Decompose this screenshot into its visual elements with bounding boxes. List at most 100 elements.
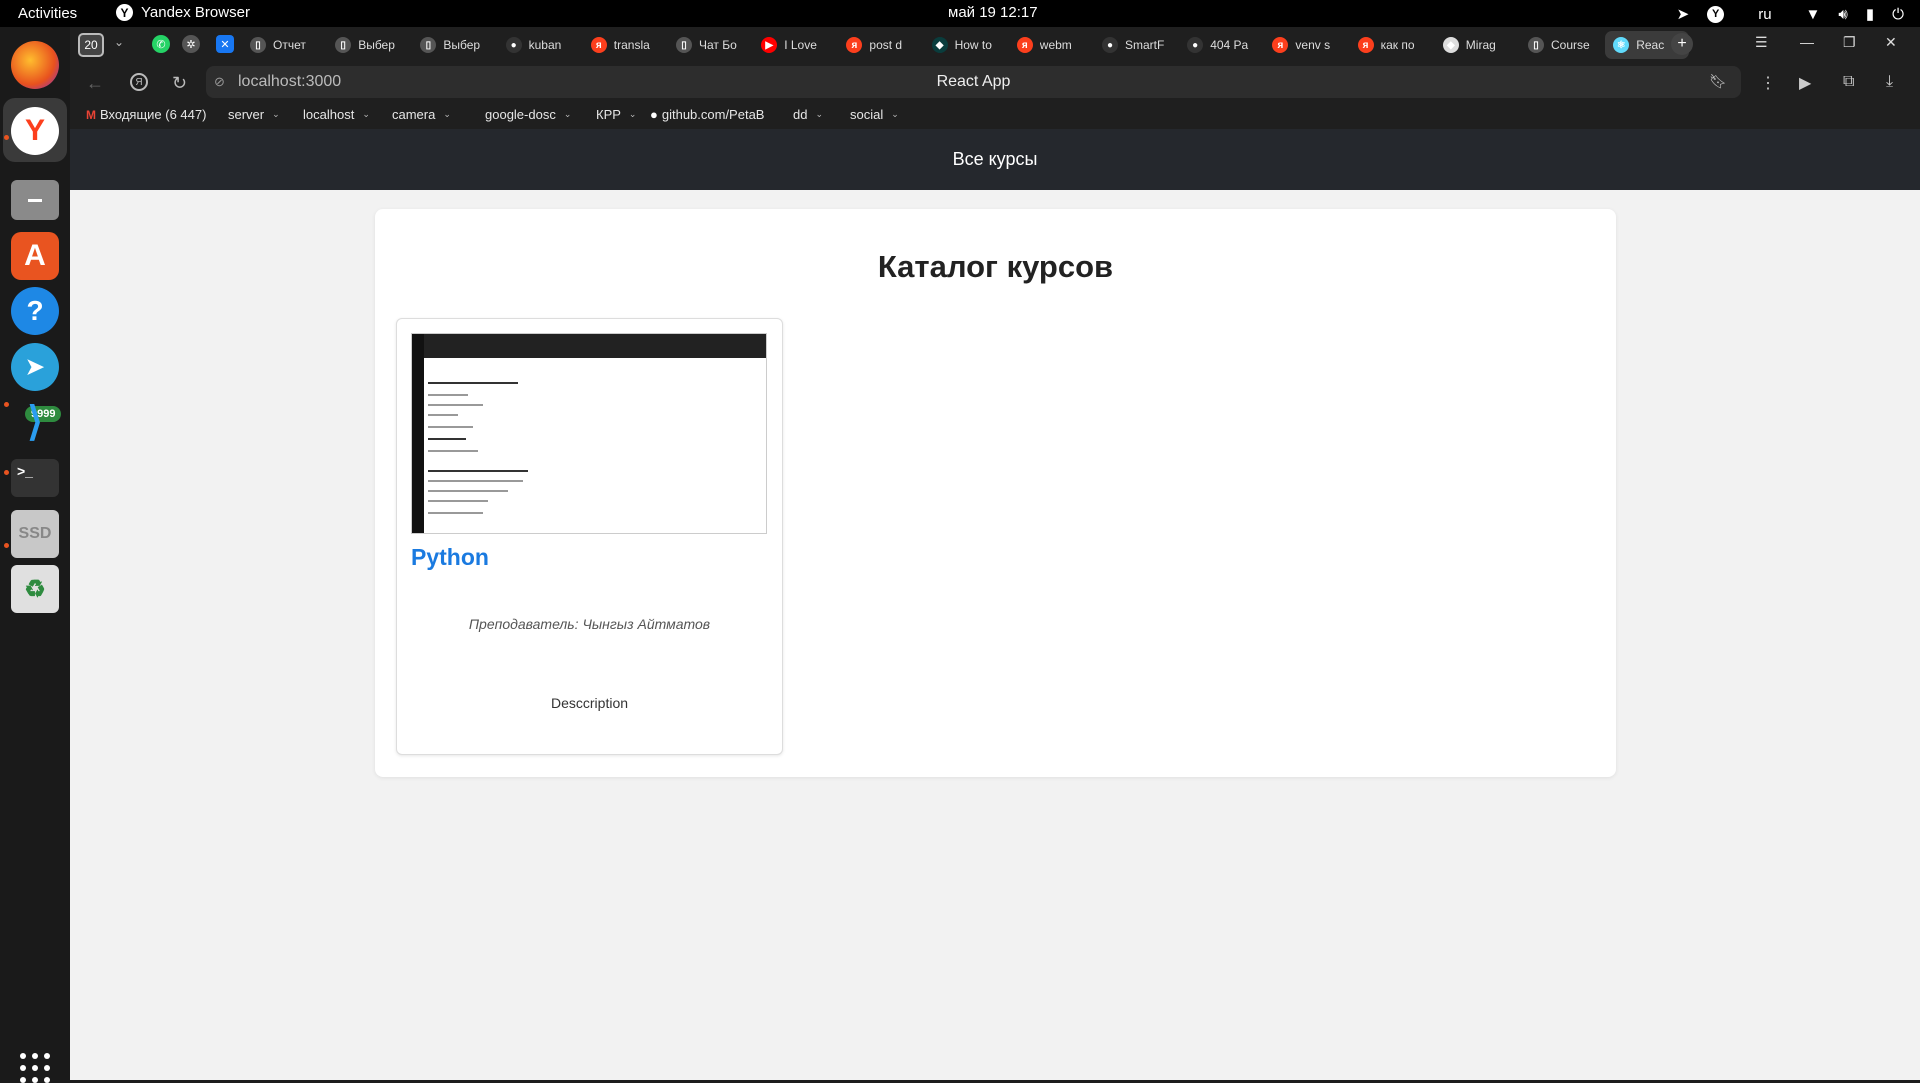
bookmark-folder[interactable]: server ⌄	[228, 107, 280, 122]
github-icon: ●	[650, 107, 658, 122]
document-icon: ▯	[676, 37, 692, 53]
thumbnail-line	[428, 480, 523, 482]
show-apps-icon[interactable]	[20, 1053, 50, 1083]
reload-button[interactable]: ↻	[172, 73, 187, 94]
yandex-home-icon[interactable]: Я	[130, 73, 148, 91]
tab[interactable]: ▯ Course	[1520, 31, 1602, 59]
address-bar[interactable]: ⊘ localhost:3000 React App 🔖︎	[206, 66, 1741, 98]
bookmark-folder[interactable]: camera ⌄	[392, 107, 451, 122]
bookmark-folder[interactable]: localhost ⌄	[303, 107, 370, 122]
battery-icon[interactable]: ▮	[1866, 5, 1874, 23]
bookmark-folder[interactable]: google-dosc ⌄	[485, 107, 571, 122]
bookmark-label: server	[228, 107, 265, 122]
thumbnail-line	[428, 500, 488, 502]
tab-title: post d	[869, 38, 903, 52]
whatsapp-icon[interactable]: ✆	[152, 35, 170, 53]
tab-title: Reac	[1636, 38, 1665, 52]
files-icon[interactable]	[11, 180, 59, 220]
close-window-button[interactable]: ✕	[1885, 34, 1897, 51]
document-icon: ▯	[335, 37, 352, 53]
course-title-link[interactable]: Python	[411, 544, 489, 571]
keyboard-layout-indicator[interactable]: ru	[1758, 6, 1771, 23]
tab[interactable]: ◆ How to	[924, 31, 1006, 59]
new-tab-button[interactable]: +	[1671, 33, 1693, 55]
power-icon[interactable]: ⏻	[1892, 6, 1904, 23]
menu-icon[interactable]: ☰	[1755, 34, 1768, 51]
focused-app-menu[interactable]: Y Yandex Browser	[116, 4, 250, 21]
bookmark-folder[interactable]: social ⌄	[850, 107, 899, 122]
chevron-down-icon: ⌄	[443, 109, 451, 119]
firefox-icon[interactable]	[11, 41, 59, 89]
clock[interactable]: май 19 12:17	[948, 4, 1038, 21]
minimize-button[interactable]: —	[1800, 34, 1814, 50]
bookmark-link[interactable]: M Входящие (6 447)	[86, 107, 206, 122]
media-player-icon[interactable]: ▶	[1799, 73, 1811, 93]
chevron-down-icon: ⌄	[815, 109, 824, 119]
tab[interactable]: я как по	[1350, 31, 1432, 59]
all-courses-link[interactable]: Все курсы	[953, 149, 1038, 170]
downloads-icon[interactable]: ⤓	[1886, 73, 1893, 91]
tab[interactable]: ▶ I Love	[753, 31, 835, 59]
trash-icon[interactable]: ♻	[11, 565, 59, 613]
tab[interactable]: ● 404 Pa	[1179, 31, 1261, 59]
activities-button[interactable]: Activities	[18, 5, 77, 22]
thumbnail-line	[428, 470, 528, 472]
tab[interactable]: ▯ Отчет	[242, 31, 324, 59]
yandex-browser-dock-icon[interactable]: Y	[11, 107, 59, 155]
site-icon: ◆	[931, 37, 948, 53]
app-center-icon[interactable]: A	[11, 232, 59, 280]
tab[interactable]: я venv s	[1264, 31, 1346, 59]
tab[interactable]: ▯ Выбер	[327, 31, 409, 59]
tab[interactable]: я webm	[1009, 31, 1091, 59]
bookmark-label: social	[850, 107, 884, 122]
chatgpt-icon[interactable]: ✲	[182, 35, 200, 53]
tab[interactable]: ◆ Mirag	[1435, 31, 1517, 59]
telegram-icon[interactable]: ➤	[11, 343, 59, 391]
ssd-drive-icon[interactable]: SSD	[11, 510, 59, 558]
back-button[interactable]: ←	[86, 73, 104, 94]
thumbnail-line	[428, 438, 466, 440]
bookmark-icon[interactable]: 🔖︎	[1709, 73, 1727, 90]
react-icon: ⚛	[1613, 37, 1630, 53]
terminal-icon[interactable]: >_	[11, 459, 59, 497]
github-icon: ●	[1102, 37, 1118, 53]
yandex-icon: я	[1016, 37, 1033, 53]
tab-title: Course	[1551, 38, 1590, 52]
help-icon[interactable]: ?	[11, 287, 59, 335]
bookmark-folder[interactable]: dd ⌄	[793, 107, 823, 122]
butterfly-app-icon[interactable]: ✕	[216, 35, 234, 53]
focused-app-name: Yandex Browser	[141, 4, 250, 21]
tab[interactable]: ● SmartF	[1094, 31, 1176, 59]
bookmark-label: dd	[793, 107, 808, 122]
wifi-icon[interactable]: ▼	[1806, 6, 1821, 23]
bookmark-label: github.com/PetaB	[661, 107, 765, 122]
tab-title: Чат Бо	[699, 38, 737, 52]
yandex-icon: я	[846, 37, 863, 53]
course-teacher: Преподаватель: Чынгыз Айтматов	[468, 616, 711, 632]
system-top-bar: Activities Y Yandex Browser май 19 12:17…	[0, 0, 1920, 27]
thumbnail-line	[428, 490, 508, 492]
tab[interactable]: я transla	[583, 31, 665, 59]
vscode-icon[interactable]: ⟩	[11, 398, 59, 446]
more-icon[interactable]: ⋮	[1760, 73, 1776, 93]
bookmark-folder[interactable]: КРР ⌄	[596, 107, 636, 122]
chevron-down-icon: ⌄	[362, 109, 370, 119]
bookmark-link[interactable]: ● github.com/PetaB	[650, 107, 764, 122]
chevron-down-icon[interactable]: ⌄	[114, 35, 124, 49]
tab[interactable]: ▯ Чат Бо	[668, 31, 750, 59]
tab-title: SmartF	[1125, 38, 1165, 52]
restore-button[interactable]: ❐	[1843, 34, 1856, 51]
course-description: Desccription	[550, 695, 629, 711]
yandex-tray-icon[interactable]: Y	[1707, 5, 1725, 23]
telegram-tray-icon[interactable]: ➤	[1677, 5, 1690, 23]
tab-count-button[interactable]: 20	[78, 33, 104, 57]
tab[interactable]: ▯ Выбер	[412, 31, 494, 59]
chevron-down-icon: ⌄	[891, 109, 899, 119]
page-title-in-address-bar: React App	[936, 73, 1011, 90]
collections-icon[interactable]: ⧉	[1843, 73, 1854, 91]
tab[interactable]: ● kuban	[498, 31, 580, 59]
volume-icon[interactable]: 🔊︎	[1838, 6, 1847, 23]
tab[interactable]: я post d	[838, 31, 920, 59]
course-card[interactable]: Python Преподаватель: Чынгыз Айтматов De…	[396, 318, 783, 755]
chevron-down-icon: ⌄	[628, 109, 637, 119]
